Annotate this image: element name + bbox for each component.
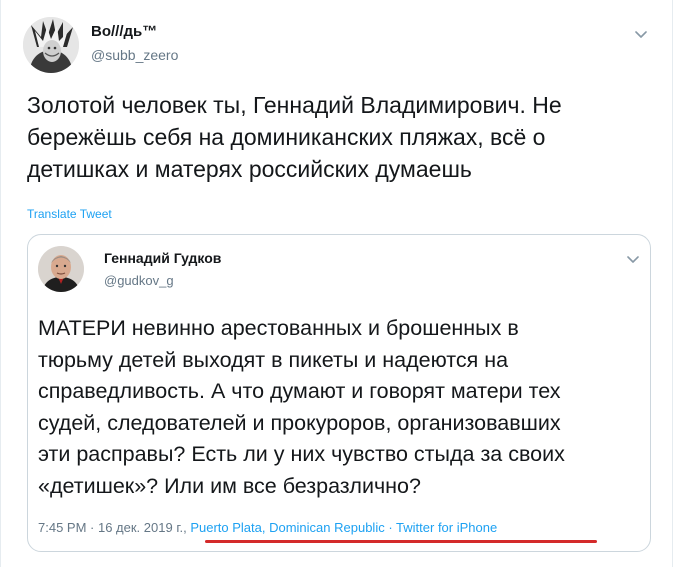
author-name[interactable]: Во///дь™ (91, 23, 157, 40)
chevron-down-icon[interactable] (625, 251, 641, 267)
tweet-location-link[interactable]: Puerto Plata, Dominican Republic (190, 520, 384, 535)
quoted-tweet-text: МАТЕРИ невинно арестованных и брошенных … (38, 316, 565, 498)
quoted-author-handle[interactable]: @gudkov_g (104, 273, 174, 288)
quoted-tweet-meta: 7:45 PM · 16 дек. 2019 г., Puerto Plata,… (38, 520, 497, 535)
tweet-time[interactable]: 7:45 PM (38, 520, 86, 535)
author-handle[interactable]: @subb_zeero (91, 47, 178, 63)
tweet-source-link[interactable]: Twitter for iPhone (396, 520, 497, 535)
chevron-down-icon[interactable] (633, 26, 649, 42)
quoted-author-name[interactable]: Геннадий Гудков (104, 250, 221, 266)
tweet-card: Во///дь™ @subb_zeero Золотой человек ты,… (0, 0, 673, 567)
avatar-image (23, 17, 79, 73)
tweet-text: Золотой человек ты, Геннадий Владимирови… (27, 92, 562, 182)
author-avatar[interactable] (23, 17, 79, 73)
tweet-date[interactable]: 16 дек. 2019 г. (98, 520, 183, 535)
red-underline-annotation (205, 540, 597, 543)
quoted-avatar-image (38, 246, 84, 292)
translate-tweet-link[interactable]: Translate Tweet (27, 207, 112, 221)
quoted-author-avatar[interactable] (38, 246, 84, 292)
meta-separator: · (86, 520, 98, 535)
meta-separator: · (384, 520, 397, 535)
